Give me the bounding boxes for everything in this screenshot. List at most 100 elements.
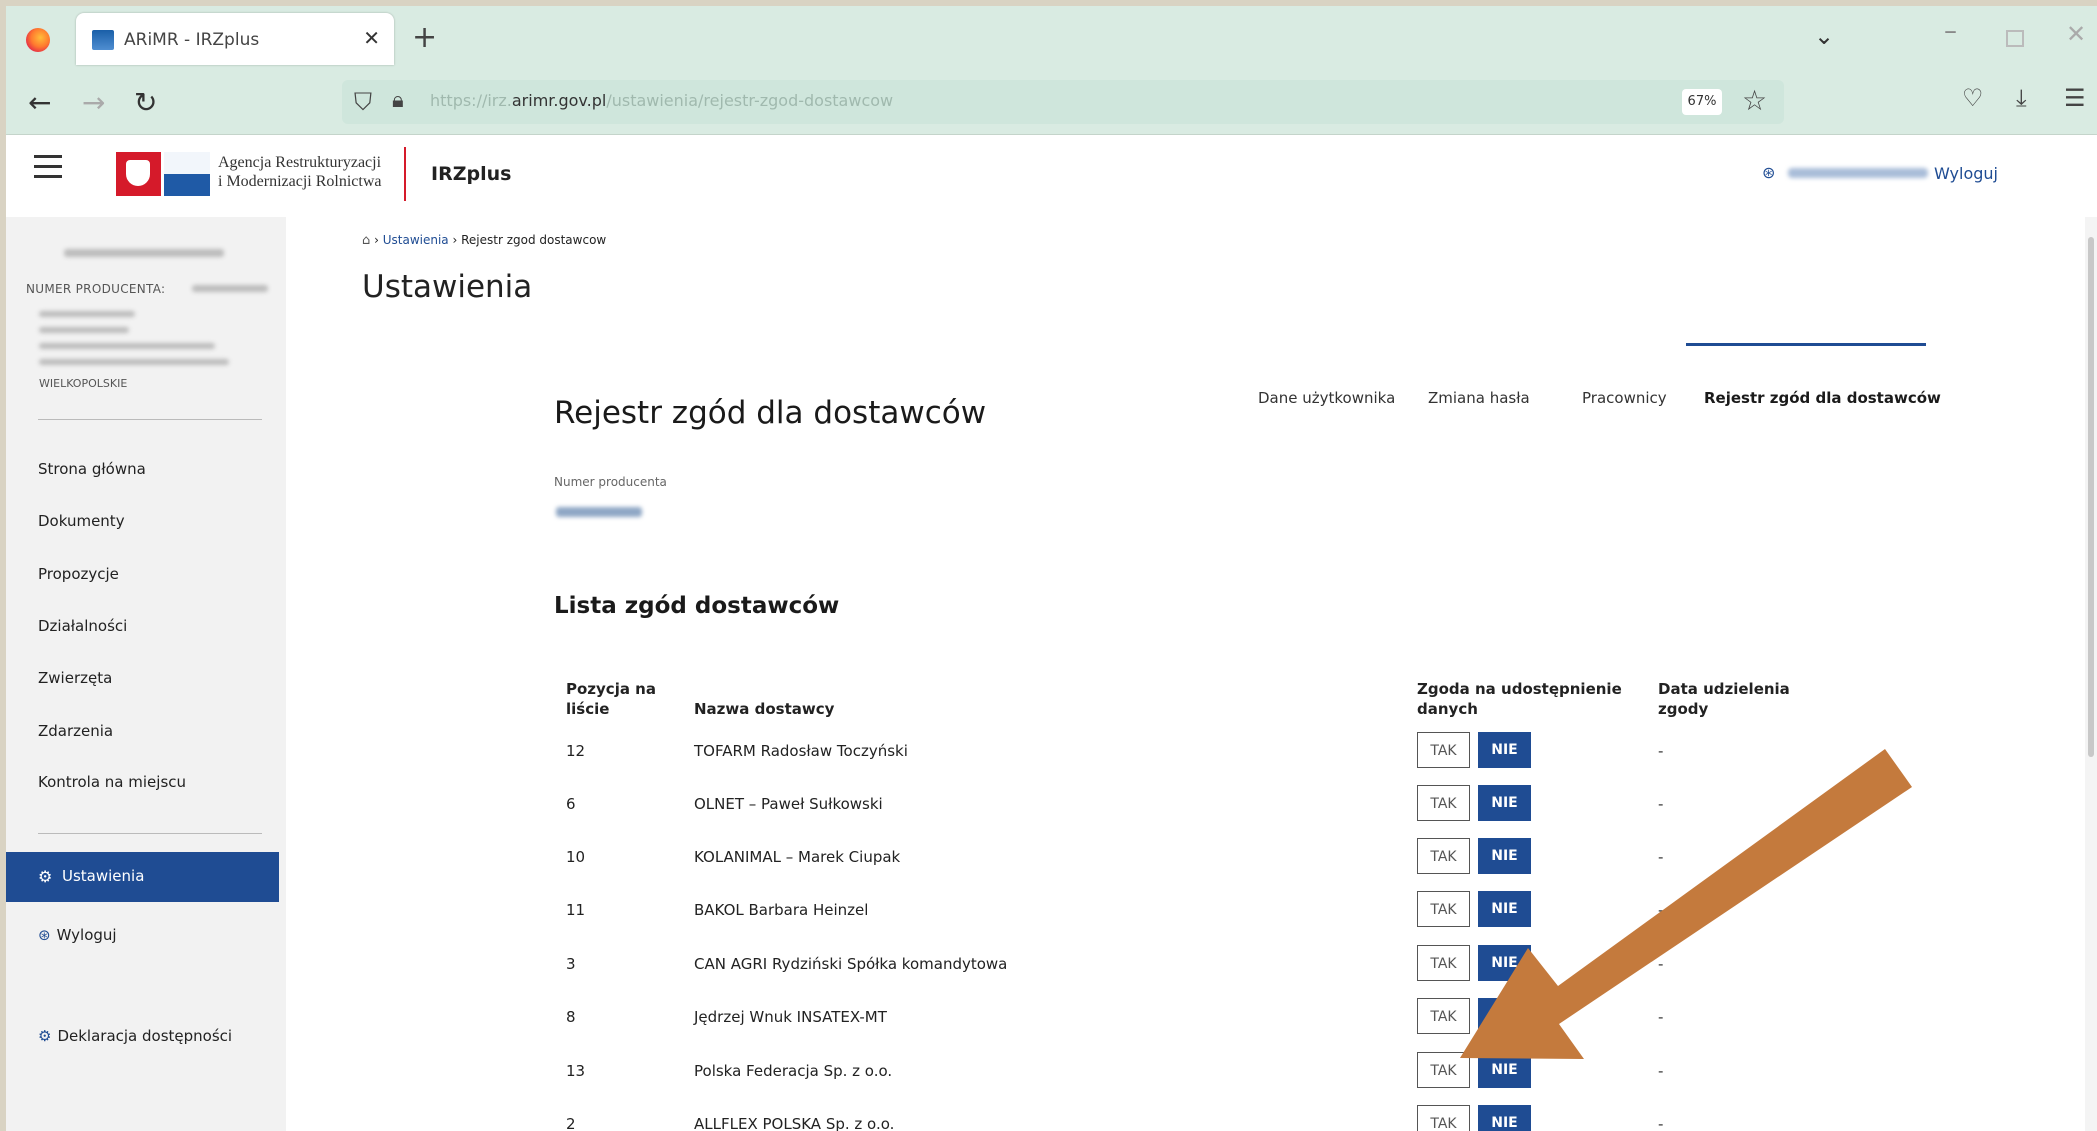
maximize-icon[interactable] (2006, 30, 2024, 47)
row-position: 3 (566, 955, 576, 973)
download-icon[interactable]: ⤓ (2016, 84, 2027, 112)
column-header-date: Data udzielenia zgody (1658, 680, 1790, 718)
sidebar-item-events[interactable]: Zdarzenia (38, 722, 113, 740)
active-tab-indicator (1686, 343, 1926, 346)
sidebar-item-logout[interactable]: ⊛ Wyloguj (38, 926, 117, 944)
sidebar-item-documents[interactable]: Dokumenty (38, 512, 125, 530)
screen: ARiMR - IRZplus ✕ + ⌄ – ✕ ← → ↻ ⛉ 🔒︎ htt… (6, 6, 2097, 1131)
close-tab-icon[interactable]: ✕ (363, 26, 380, 50)
bookmark-star-icon[interactable]: ☆ (1742, 84, 1767, 117)
window-close-icon[interactable]: ✕ (2066, 20, 2086, 48)
user-icon: ⊛ (1762, 163, 1776, 182)
tab-change-password[interactable]: Zmiana hasła (1428, 389, 1530, 407)
breadcrumb-settings-link[interactable]: Ustawienia (383, 233, 449, 247)
consent-no-button[interactable]: NIE (1478, 945, 1531, 981)
poland-emblem-logo (116, 152, 161, 196)
forward-icon[interactable]: → (82, 86, 105, 119)
browser-tabbar: ARiMR - IRZplus ✕ + ⌄ – ✕ (6, 6, 2097, 72)
home-icon[interactable]: ⌂ (362, 233, 370, 248)
logout-link[interactable]: Wyloguj (1934, 164, 1998, 183)
scroll-thumb[interactable] (2088, 237, 2094, 757)
tab-employees[interactable]: Pracownicy (1582, 389, 1667, 407)
row-position: 6 (566, 795, 576, 813)
new-tab-icon[interactable]: + (412, 20, 437, 55)
consent-yes-button[interactable]: TAK (1417, 1105, 1470, 1131)
tab-user-data[interactable]: Dane użytkownika (1258, 389, 1395, 407)
hamburger-menu-icon[interactable] (34, 155, 62, 185)
column-header-consent: Zgoda na udostępnienie danych (1417, 680, 1622, 718)
row-supplier-name: ALLFLEX POLSKA Sp. z o.o. (694, 1115, 895, 1131)
sidebar-item-animals[interactable]: Zwierzęta (38, 669, 112, 687)
zoom-indicator[interactable]: 67% (1682, 89, 1722, 115)
table-row: 10 KOLANIMAL – Marek Ciupak TAK NIE - (286, 837, 2066, 877)
gear-icon: ⚙ (38, 867, 53, 886)
sidebar-item-accessibility[interactable]: ⚙ Deklaracja dostępności (38, 1027, 232, 1045)
list-title: Lista zgód dostawców (554, 593, 840, 619)
reload-icon[interactable]: ↻ (134, 86, 157, 119)
arimr-logo (164, 152, 210, 196)
org-name: Agencja Restrukturyzacji i Modernizacji … (218, 154, 382, 190)
pocket-icon[interactable]: ♡ (1962, 84, 1984, 112)
row-supplier-name: BAKOL Barbara Heinzel (694, 901, 869, 919)
section-title: Rejestr zgód dla dostawców (554, 395, 987, 431)
gear-icon: ⚙ (38, 1027, 52, 1045)
sidebar-item-activities[interactable]: Działalności (38, 617, 127, 635)
row-position: 12 (566, 742, 586, 760)
consent-yes-button[interactable]: TAK (1417, 998, 1470, 1034)
table-row: 13 Polska Federacja Sp. z o.o. TAK NIE - (286, 1051, 2066, 1091)
sidebar-divider (38, 833, 262, 834)
consent-yes-button[interactable]: TAK (1417, 1052, 1470, 1088)
tab-supplier-consents[interactable]: Rejestr zgód dla dostawców (1704, 389, 1941, 407)
voivodeship: WIELKOPOLSKIE (39, 377, 128, 390)
back-icon[interactable]: ← (28, 86, 51, 119)
browser-navbar: ← → ↻ ⛉ 🔒︎ https://irz.arimr.gov.pl/usta… (6, 72, 2097, 135)
url-text[interactable]: https://irz.arimr.gov.pl/ustawienia/reje… (430, 91, 893, 110)
sidebar-item-settings[interactable]: ⚙ Ustawienia (6, 852, 279, 902)
consent-no-button[interactable]: NIE (1478, 998, 1531, 1034)
breadcrumb-separator: › (374, 233, 383, 247)
row-position: 2 (566, 1115, 576, 1131)
producer-name-redacted (64, 249, 224, 257)
tab-title: ARiMR - IRZplus (124, 30, 260, 50)
row-supplier-name: KOLANIMAL – Marek Ciupak (694, 848, 901, 866)
app-name: IRZplus (431, 163, 512, 185)
consent-yes-button[interactable]: TAK (1417, 838, 1470, 874)
consent-no-button[interactable]: NIE (1478, 891, 1531, 927)
producer-number-value-redacted (556, 507, 642, 517)
consent-no-button[interactable]: NIE (1478, 838, 1531, 874)
row-consent-date: - (1658, 1008, 1664, 1026)
shield-icon[interactable]: ⛉ (354, 88, 372, 116)
page-scrollbar[interactable] (2085, 217, 2097, 1131)
url-bar[interactable]: ⛉ 🔒︎ https://irz.arimr.gov.pl/ustawienia… (342, 80, 1784, 124)
sidebar-item-proposals[interactable]: Propozycje (38, 565, 119, 583)
row-position: 8 (566, 1008, 576, 1026)
row-position: 13 (566, 1062, 586, 1080)
sidebar-item-label: Ustawienia (62, 867, 145, 885)
main-content: ⌂ › Ustawienia › Rejestr zgod dostawcow … (286, 217, 2097, 1131)
consent-no-button[interactable]: NIE (1478, 732, 1531, 768)
row-supplier-name: TOFARM Radosław Toczyński (694, 742, 908, 760)
firefox-icon[interactable] (26, 28, 50, 52)
header-divider (404, 147, 406, 201)
sidebar-divider (38, 419, 262, 420)
sidebar-item-home[interactable]: Strona główna (38, 460, 146, 478)
consent-yes-button[interactable]: TAK (1417, 785, 1470, 821)
consent-yes-button[interactable]: TAK (1417, 732, 1470, 768)
consent-yes-button[interactable]: TAK (1417, 891, 1470, 927)
consent-yes-button[interactable]: TAK (1417, 945, 1470, 981)
table-row: 2 ALLFLEX POLSKA Sp. z o.o. TAK NIE - (286, 1104, 2066, 1131)
row-consent-date: - (1658, 1115, 1664, 1131)
row-consent-date: - (1658, 742, 1664, 760)
sidebar-item-inspection[interactable]: Kontrola na miejscu (38, 773, 186, 791)
consent-no-button[interactable]: NIE (1478, 1052, 1531, 1088)
row-supplier-name: Polska Federacja Sp. z o.o. (694, 1062, 893, 1080)
browser-tab[interactable]: ARiMR - IRZplus ✕ (76, 13, 394, 65)
consent-no-button[interactable]: NIE (1478, 1105, 1531, 1131)
menu-icon[interactable]: ☰ (2064, 84, 2086, 112)
logout-user-icon: ⊛ (38, 926, 51, 944)
consent-no-button[interactable]: NIE (1478, 785, 1531, 821)
list-tabs-chevron-icon[interactable]: ⌄ (1814, 22, 1834, 50)
lock-icon[interactable]: 🔒︎ (392, 88, 404, 113)
minimize-icon[interactable]: – (1944, 16, 1957, 46)
producer-number-redacted (192, 285, 268, 292)
